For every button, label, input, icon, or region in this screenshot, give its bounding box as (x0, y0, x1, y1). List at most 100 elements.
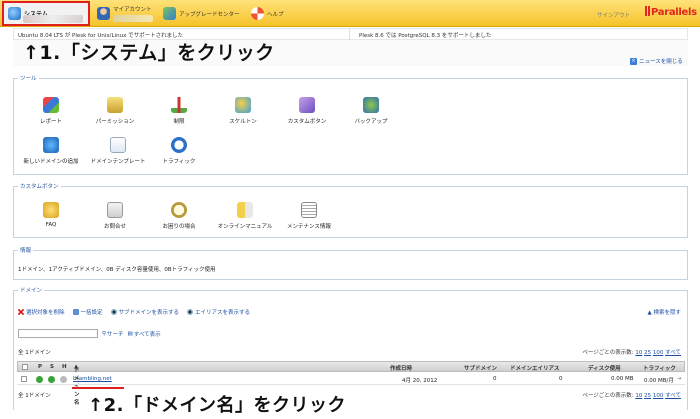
news-item-2[interactable]: Plesk 8.6 では PostgreSQL 8.3 をサポートしました (359, 31, 491, 39)
backup-icon (363, 97, 379, 113)
col-domain-name[interactable]: ドメイン名 ▲ (74, 364, 80, 406)
show-aliases-button[interactable]: エイリアスを表示する (187, 308, 250, 316)
annotation-step1: ↑1.「システム」をクリック (23, 42, 275, 64)
per-page-selector-footer: ページごとの表示数: 10 25 100 すべて (582, 393, 681, 399)
tools-title: ツール (18, 74, 39, 82)
power-on-icon[interactable] (36, 376, 43, 383)
col-s[interactable]: S (50, 364, 54, 370)
disk-usage: 0.00 MB (611, 376, 634, 382)
tool-permission[interactable]: パーミッション (85, 97, 145, 125)
domain-count: 全 1ドメイン (18, 350, 51, 356)
col-traffic[interactable]: トラフィック (643, 364, 676, 372)
traffic-usage: 0.00 MB/月 (644, 378, 674, 384)
domain-action-bar: 選択対象を削除 一括設定 サブドメインを表示する エイリアスを表示する (18, 308, 250, 316)
search-icon: ⚲ (102, 330, 107, 337)
news-icon (301, 202, 317, 218)
domain-name-link[interactable]: brambling.net (73, 376, 112, 382)
traffic-icon (171, 137, 187, 153)
tool-traffic[interactable]: トラフィック (149, 137, 209, 165)
show-all-button[interactable]: ▤ すべて表示 (128, 330, 161, 338)
per-page-10[interactable]: 10 (635, 350, 642, 356)
per-page-25-footer[interactable]: 25 (644, 393, 651, 399)
top-navigation-bar: システム マイアカウント アップグレードセンター ヘルプ サインアウト Para… (0, 0, 700, 27)
permission-icon (107, 97, 123, 113)
delete-selected-button[interactable]: 選択対象を削除 (18, 308, 65, 316)
per-page-25[interactable]: 25 (644, 350, 651, 356)
tool-limits[interactable]: 制限 (149, 97, 209, 125)
my-account-label: マイアカウント (113, 7, 152, 13)
table-row: brambling.net 4月 20, 2012 0 0 0.00 MB 0.… (17, 373, 685, 385)
col-subdomains[interactable]: サブドメイン (464, 364, 497, 372)
col-created[interactable]: 作成日時 (390, 364, 412, 372)
eye-icon (110, 309, 117, 315)
add-domain-icon (43, 137, 59, 153)
tool-custom-button[interactable]: カスタムボタン (277, 97, 337, 125)
blurred-hostname (23, 15, 83, 23)
upgrade-center-label: アップグレードセンター (179, 11, 240, 18)
user-icon (97, 7, 110, 20)
show-subdomains-button[interactable]: サブドメインを表示する (110, 308, 179, 316)
custom-faq[interactable]: FAQ (21, 202, 81, 228)
search-row: ⚲ サーチ ▤ すべて表示 (18, 329, 161, 338)
per-page-all-footer[interactable]: すべて (665, 393, 681, 399)
domain-count-footer: 全 1ドメイン (18, 393, 51, 399)
report-icon (43, 97, 59, 113)
domain-template-icon (110, 137, 126, 153)
per-page-10-footer[interactable]: 10 (635, 393, 642, 399)
goto-arrow-icon[interactable]: ➜ (677, 376, 682, 382)
news-divider (349, 29, 350, 40)
tool-backup[interactable]: バックアップ (341, 97, 401, 125)
tool-skeleton[interactable]: スケルトン (213, 97, 273, 125)
select-all-checkbox[interactable] (22, 364, 28, 370)
signout-link[interactable]: サインアウト (597, 11, 630, 19)
per-page-all[interactable]: すべて (665, 350, 681, 356)
hosting-icon (60, 376, 67, 383)
list-icon: ▤ (127, 330, 133, 337)
system-icon (8, 7, 21, 20)
col-disk[interactable]: ディスク使用 (588, 364, 621, 372)
custom-contact[interactable]: お問合せ (85, 202, 145, 230)
eye-icon (187, 309, 194, 315)
search-button[interactable]: ⚲ サーチ (102, 330, 124, 338)
per-page-100[interactable]: 100 (653, 350, 664, 356)
lifebuoy-icon (251, 7, 264, 20)
search-input[interactable] (18, 329, 98, 338)
info-section: 情報 1ドメイン、1アクティブドメイン、0B ディスク容量使用、0Bトラフィック… (13, 246, 688, 280)
custom-button-icon (299, 97, 315, 113)
tool-domain-template[interactable]: ドメインテンプレート (82, 137, 154, 165)
tool-report[interactable]: レポート (21, 97, 81, 125)
custom-manual[interactable]: オンラインマニュアル (213, 202, 277, 230)
status-ok-icon (48, 376, 55, 383)
bulk-settings-button[interactable]: 一括設定 (72, 308, 103, 316)
skeleton-icon (235, 97, 251, 113)
col-aliases[interactable]: ドメインエイリアス (510, 364, 560, 372)
custom-maintenance[interactable]: メンテナンス情報 (277, 202, 341, 230)
alias-count: 0 (559, 376, 563, 382)
custom-buttons-title: カスタムボタン (18, 182, 61, 190)
info-title: 情報 (18, 246, 34, 254)
close-icon: × (630, 57, 637, 65)
row-checkbox[interactable] (21, 376, 27, 382)
custom-trouble[interactable]: お困りの場合 (149, 202, 209, 230)
mail-icon (107, 202, 123, 218)
help-label: ヘルプ (267, 11, 284, 18)
subdomain-count: 0 (493, 376, 497, 382)
domain-table-header: P S H ドメイン名 ▲ 作成日時 サブドメイン ドメインエイリアス ディスク… (17, 361, 685, 406)
help-tab[interactable]: ヘルプ (251, 3, 284, 24)
per-page-100-footer[interactable]: 100 (653, 393, 664, 399)
tools-section: ツール レポート パーミッション 制限 スケルトン カスタムボタン バックアップ… (13, 74, 688, 175)
col-p[interactable]: P (38, 364, 42, 370)
help-search-icon (171, 202, 187, 218)
my-account-tab[interactable]: マイアカウント (97, 3, 153, 24)
faq-icon (43, 202, 59, 218)
annotation-step2: ↑2.「ドメイン名」をクリック (88, 395, 346, 416)
system-tab[interactable]: システム (2, 1, 90, 26)
upgrade-center-tab[interactable]: アップグレードセンター (163, 3, 240, 24)
col-h[interactable]: H (62, 364, 67, 370)
blurred-account-name (113, 15, 153, 22)
info-text: 1ドメイン、1アクティブドメイン、0B ディスク容量使用、0Bトラフィック使用 (18, 267, 216, 273)
created-date: 4月 20, 2012 (402, 378, 438, 384)
hide-search-link[interactable]: ▲ 検索を隠す (648, 308, 682, 316)
tool-add-domain[interactable]: 新しいドメインの追加 (15, 137, 87, 165)
close-news-button[interactable]: × ニュースを閉じる (630, 57, 683, 65)
